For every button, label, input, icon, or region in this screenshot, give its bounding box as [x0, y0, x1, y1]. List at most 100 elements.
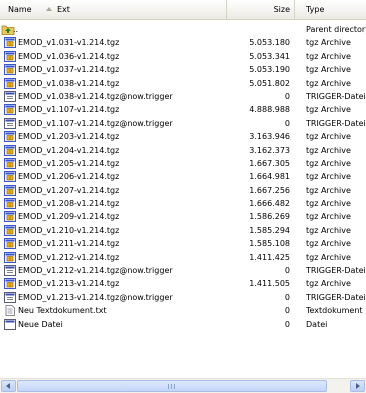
file-size: 1.666.482 [249, 199, 290, 209]
file-name: EMOD_v1.204-v1.214.tgz [18, 145, 120, 155]
file-name: EMOD_v1.210-v1.214.tgz [18, 225, 120, 235]
file-name: EMOD_v1.107-v1.214.tgz@now.trigger [18, 118, 173, 128]
file-size: 0 [284, 118, 290, 128]
horizontal-scrollbar[interactable] [0, 378, 366, 393]
type-column-header[interactable]: Type [294, 0, 366, 19]
file-size: 1.585.108 [249, 239, 290, 249]
file-size: 0 [284, 306, 290, 316]
file-row[interactable]: EMOD_v1.207-v1.214.tgz 1.667.256 tgz Archi… [0, 184, 366, 197]
file-size: 5.053.341 [249, 51, 290, 61]
file-type: tgz Archive [306, 38, 351, 48]
file-type: TRIGGER-Datei [306, 118, 366, 128]
file-size: 5.053.180 [249, 38, 290, 48]
file-name: Neu Textdokument.txt [18, 306, 107, 316]
file-size: 1.586.269 [249, 212, 290, 222]
file-name: EMOD_v1.207-v1.214.tgz [18, 185, 120, 195]
size-column-header[interactable]: Size [226, 0, 295, 19]
ext-header-label[interactable]: Ext [57, 0, 70, 19]
file-name: .. [13, 25, 19, 34]
file-row[interactable]: EMOD_v1.213-v1.214.tgz@now.trigger 0 TRIGG… [0, 291, 366, 304]
file-row[interactable]: EMOD_v1.208-v1.214.tgz 1.666.482 tgz Archi… [0, 197, 366, 210]
file-row[interactable]: EMOD_v1.038-v1.214.tgz 5.051.802 tgz Archi… [0, 77, 366, 90]
file-type: tgz Archive [306, 172, 351, 182]
file-size: 0 [284, 91, 290, 101]
file-row[interactable]: EMOD_v1.204-v1.214.tgz 3.162.373 tgz Archi… [0, 144, 366, 157]
file-name: EMOD_v1.203-v1.214.tgz [18, 132, 120, 142]
file-type: tgz Archive [306, 105, 351, 115]
generic-file-icon [4, 318, 16, 330]
trigger-file-icon [4, 90, 16, 102]
file-type: TRIGGER-Datei [306, 91, 366, 101]
archive-file-icon [4, 37, 16, 49]
file-type: tgz Archive [306, 212, 351, 222]
file-size: 3.162.373 [249, 145, 290, 155]
file-row[interactable]: EMOD_v1.212-v1.214.tgz 1.411.425 tgz Archi… [0, 251, 366, 264]
sort-ascending-icon [46, 7, 52, 11]
file-row[interactable]: EMOD_v1.037-v1.214.tgz 5.053.190 tgz Archi… [0, 63, 366, 76]
file-row[interactable]: EMOD_v1.038-v1.214.tgz@now.trigger 0 TRIGG… [0, 90, 366, 103]
file-type: tgz Archive [306, 185, 351, 195]
archive-file-icon [4, 198, 16, 210]
name-header-label: Name [8, 5, 32, 14]
file-name: EMOD_v1.038-v1.214.tgz [18, 78, 120, 88]
file-row[interactable]: EMOD_v1.210-v1.214.tgz 1.585.294 tgz Archi… [0, 224, 366, 237]
trigger-file-icon [4, 265, 16, 277]
file-size: 1.411.505 [249, 279, 290, 289]
file-size: 5.053.190 [249, 65, 290, 75]
file-row[interactable]: EMOD_v1.036-v1.214.tgz 5.053.341 tgz Archi… [0, 50, 366, 63]
file-row[interactable]: EMOD_v1.205-v1.214.tgz 1.667.305 tgz Archi… [0, 157, 366, 170]
archive-file-icon [4, 144, 16, 156]
parent-directory-row[interactable]: .. Parent directory [0, 23, 366, 36]
thumb-grip [168, 384, 169, 389]
file-row[interactable]: EMOD_v1.107-v1.214.tgz 4.888.988 tgz Archi… [0, 103, 366, 116]
arrow-left-icon [6, 383, 10, 389]
name-column-header[interactable]: Name Ext [0, 0, 227, 19]
file-size: 4.888.988 [249, 105, 290, 115]
file-row[interactable]: EMOD_v1.209-v1.214.tgz 1.586.269 tgz Archi… [0, 210, 366, 223]
file-type: tgz Archive [306, 239, 351, 249]
archive-file-icon [4, 77, 16, 89]
file-size: 1.664.981 [249, 172, 290, 182]
file-row[interactable]: EMOD_v1.211-v1.214.tgz 1.585.108 tgz Archi… [0, 237, 366, 250]
file-row[interactable]: EMOD_v1.107-v1.214.tgz@now.trigger 0 TRIGG… [0, 117, 366, 130]
file-name: EMOD_v1.209-v1.214.tgz [18, 212, 120, 222]
trigger-file-icon [4, 117, 16, 129]
archive-file-icon [4, 278, 16, 290]
file-name: EMOD_v1.205-v1.214.tgz [18, 158, 120, 168]
scroll-left-button[interactable] [1, 380, 16, 392]
file-size: 0 [284, 319, 290, 329]
file-name: EMOD_v1.213-v1.214.tgz [18, 279, 120, 289]
file-row[interactable]: EMOD_v1.213-v1.214.tgz 1.411.505 tgz Archi… [0, 277, 366, 290]
file-type: tgz Archive [306, 51, 351, 61]
file-name: EMOD_v1.031-v1.214.tgz [18, 38, 120, 48]
file-row[interactable]: EMOD_v1.203-v1.214.tgz 3.163.946 tgz Archi… [0, 130, 366, 143]
file-size: 1.667.305 [249, 158, 290, 168]
file-row[interactable]: EMOD_v1.206-v1.214.tgz 1.664.981 tgz Archi… [0, 170, 366, 183]
file-type: tgz Archive [306, 65, 351, 75]
arrow-right-icon [356, 383, 360, 389]
file-type: tgz Archive [306, 78, 351, 88]
file-name: EMOD_v1.208-v1.214.tgz [18, 199, 120, 209]
file-size: 0 [284, 292, 290, 302]
file-row[interactable]: EMOD_v1.212-v1.214.tgz@now.trigger 0 TRIGG… [0, 264, 366, 277]
archive-file-icon [4, 50, 16, 62]
file-row[interactable]: Neue Datei 0 Datei [0, 318, 366, 331]
archive-file-icon [4, 104, 16, 116]
scroll-right-button[interactable] [350, 380, 365, 392]
file-name: EMOD_v1.212-v1.214.tgz [18, 252, 120, 262]
scrollbar-thumb[interactable] [17, 380, 327, 392]
file-name: EMOD_v1.206-v1.214.tgz [18, 172, 120, 182]
folder-up-icon [1, 24, 15, 35]
archive-file-icon [4, 157, 16, 169]
file-type: TRIGGER-Datei [306, 266, 366, 276]
file-row[interactable]: Neu Textdokument.txt 0 Textdokument [0, 304, 366, 317]
file-name: EMOD_v1.211-v1.214.tgz [18, 239, 120, 249]
archive-file-icon [4, 64, 16, 76]
file-size: 1.585.294 [249, 225, 290, 235]
size-header-label: Size [273, 5, 290, 14]
file-name: EMOD_v1.212-v1.214.tgz@now.trigger [18, 266, 173, 276]
file-type: tgz Archive [306, 199, 351, 209]
file-row[interactable]: EMOD_v1.031-v1.214.tgz 5.053.180 tgz Archi… [0, 36, 366, 49]
archive-file-icon [4, 251, 16, 263]
file-type: tgz Archive [306, 145, 351, 155]
